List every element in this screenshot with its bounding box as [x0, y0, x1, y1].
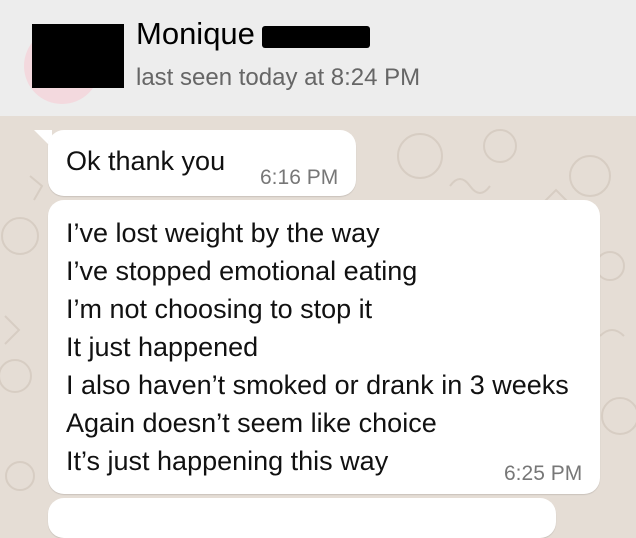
- message-line: I also haven’t smoked or drank in 3 week…: [66, 370, 569, 400]
- message-line: I’ve lost weight by the way: [66, 218, 380, 248]
- message-text: I’ve lost weight by the way I’ve stopped…: [66, 214, 569, 480]
- message-timestamp: 6:16 PM: [260, 166, 339, 189]
- message-line: It just happened: [66, 332, 259, 362]
- message-line: I’m not choosing to stop it: [66, 294, 373, 324]
- message-bubble-partial[interactable]: [48, 498, 556, 538]
- message-text: Ok thank you: [66, 146, 226, 176]
- avatar[interactable]: [24, 24, 124, 104]
- message-line: I’ve stopped emotional eating: [66, 256, 418, 286]
- contact-name[interactable]: Monique: [136, 16, 255, 52]
- chat-header[interactable]: Monique last seen today at 8:24 PM: [0, 0, 636, 116]
- name-redaction: [262, 26, 370, 48]
- message-line: It’s just happening this way: [66, 446, 389, 476]
- avatar-redaction: [32, 24, 124, 88]
- message-timestamp: 6:25 PM: [504, 462, 583, 485]
- last-seen-status: last seen today at 8:24 PM: [136, 64, 421, 91]
- message-line: Again doesn’t seem like choice: [66, 408, 437, 438]
